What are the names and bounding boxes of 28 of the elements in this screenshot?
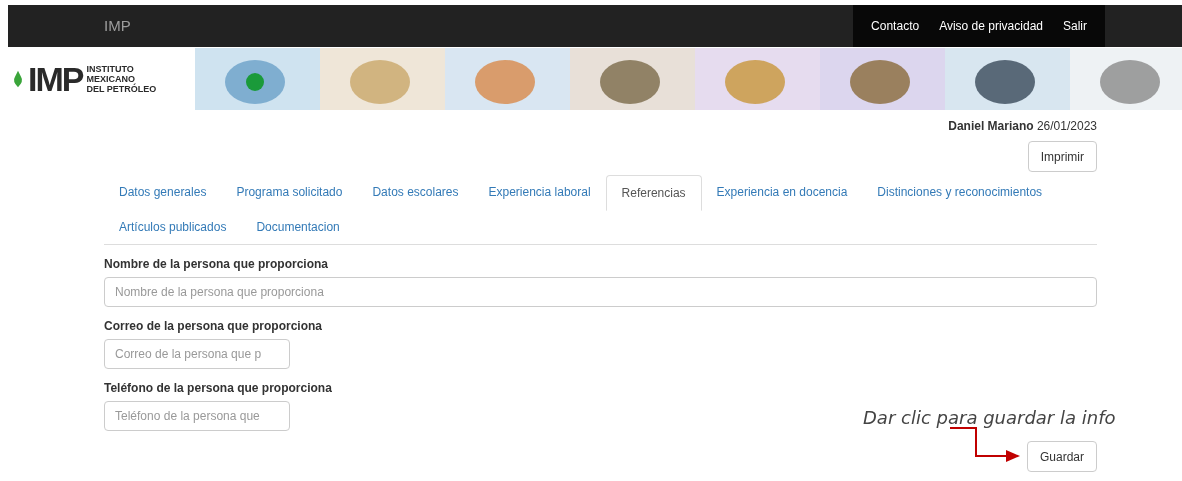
input-field[interactable]: Correo de la persona que p — [104, 339, 290, 369]
tab[interactable]: Referencias — [605, 175, 702, 211]
tab[interactable]: Programa solicitado — [221, 175, 358, 209]
nav-link[interactable]: Salir — [1053, 17, 1097, 35]
tab[interactable]: Experiencia laboral — [473, 175, 606, 209]
hint-text: Dar clic para guardar la info — [863, 406, 1116, 430]
tab[interactable]: Distinciones y reconocimientos — [862, 175, 1058, 209]
tab[interactable]: Datos generales — [104, 175, 222, 209]
navbar-brand[interactable]: IMP — [104, 14, 131, 38]
save-button[interactable]: Guardar — [1026, 441, 1097, 472]
input-field[interactable]: Nombre de la persona que proporciona — [104, 277, 1097, 307]
logo-mark: IMP — [28, 62, 83, 96]
field-label: Teléfono de la persona que proporciona — [104, 380, 333, 397]
logo-text: DEL PETRÓLEO — [86, 84, 157, 94]
logo-text: INSTITUTO — [86, 64, 135, 74]
print-button[interactable]: Imprimir — [1027, 141, 1097, 172]
input-field[interactable]: Teléfono de la persona que — [104, 401, 290, 431]
tab[interactable]: Documentacion — [241, 210, 355, 244]
arrow-icon — [950, 427, 1020, 463]
tab[interactable]: Experiencia en docencia — [701, 175, 863, 209]
logo-text: MEXICANO — [86, 74, 136, 84]
field-label: Correo de la persona que proporciona — [104, 318, 324, 335]
tab[interactable]: Artículos publicados — [104, 210, 242, 244]
tab[interactable]: Datos escolares — [357, 175, 474, 209]
nav-link[interactable]: Aviso de privacidad — [929, 17, 1053, 35]
nav-link[interactable]: Contacto — [861, 17, 930, 35]
user-info: Daniel Mariano 26/01/2023 — [948, 118, 1097, 135]
field-label: Nombre de la persona que proporciona — [104, 256, 330, 273]
